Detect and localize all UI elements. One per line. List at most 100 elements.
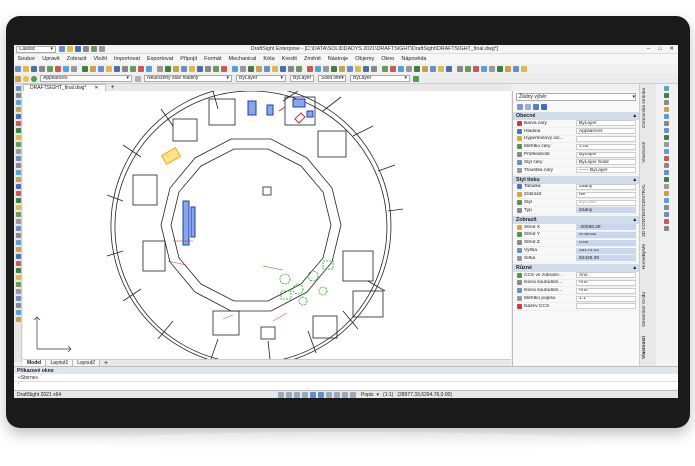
toolbar-tool-icon-2[interactable] [31,66,37,72]
draw-tool-icon-10[interactable] [15,156,21,161]
property-row[interactable]: Zobrazit Ne [513,191,639,200]
property-value[interactable]: 62425.39 [576,255,636,262]
side-tab-1[interactable]: Vlastnosti [642,142,647,163]
select-objects-icon[interactable] [525,104,531,110]
property-row[interactable]: Průhlednost ByLayer [513,151,639,159]
annotation-label[interactable]: Popis [361,392,374,398]
property-row[interactable]: Tloušťka čáry —— ByLayer [513,167,639,175]
draw-tool-icon-2[interactable] [15,100,21,105]
draw-tool-icon-17[interactable] [15,205,21,210]
side-tab-5[interactable]: Vlastnosti [642,336,647,359]
property-row[interactable]: Tabulka Žádný [513,183,639,192]
side-tab-3[interactable]: HomeByMe [642,244,647,269]
property-row[interactable]: Střed Y 9788.82 [513,231,639,240]
draw-tool-icon-23[interactable] [15,247,21,252]
property-row[interactable]: Ikona souřadnih... Ano [513,279,639,288]
property-value[interactable]: 0.00 [576,239,636,246]
tool-icon-7[interactable] [664,128,669,133]
draw-tool-icon-32[interactable] [15,310,21,315]
draw-tool-icon-13[interactable] [15,177,21,182]
tool-icon-16[interactable] [664,191,669,196]
property-value[interactable]: ByLayer [576,120,636,127]
section-header-1[interactable]: Styl tisku ▴ [513,175,639,184]
linetype-select[interactable]: ByLayer [290,75,314,82]
toolbar-tool-icon-40[interactable] [347,66,353,72]
toolbar-tool-icon-46[interactable] [398,66,404,72]
draw-tool-icon-21[interactable] [15,233,21,238]
menu-item-8[interactable]: Mechanical [229,56,257,62]
toolbar-tool-icon-24[interactable] [213,66,219,72]
tool-icon-5[interactable] [664,114,669,119]
layer-state-select[interactable]: Neuložený stav hladiny ▾ [144,75,232,82]
undo-icon[interactable] [91,46,97,52]
toolbar-tool-icon-58[interactable] [497,66,503,72]
toolbar-tool-icon-53[interactable] [457,66,463,72]
collapse-icon[interactable]: ▴ [633,113,636,119]
draw-tool-icon-33[interactable] [15,317,21,322]
drawing-canvas[interactable] [23,91,511,359]
grid-icon[interactable] [286,391,292,398]
property-value[interactable]: Ano [576,272,636,279]
toolbar-tool-icon-20[interactable] [181,66,187,72]
toolbar-tool-icon-15[interactable] [138,66,144,72]
new-file-icon[interactable] [59,46,65,52]
toolbar-tool-icon-29[interactable] [256,66,262,72]
section-header-0[interactable]: Obecné ▴ [513,112,639,120]
section-header-3[interactable]: Různé ▴ [513,263,639,272]
toolbar-tool-icon-50[interactable] [430,66,436,72]
property-value[interactable]: Ano [576,279,636,286]
draw-tool-icon-14[interactable] [15,184,21,189]
toolbar-tool-icon-23[interactable] [205,66,211,72]
property-value[interactable]: ByLayer [576,151,636,158]
draw-tool-icon-18[interactable] [15,212,21,217]
toolbar-tool-icon-54[interactable] [465,66,471,72]
toolbar-tool-icon-52[interactable] [446,66,452,72]
toolbar-tool-icon-5[interactable] [55,66,61,72]
property-row[interactable]: Výška 32170.41 [513,247,639,255]
property-row[interactable]: Hypertextový od... [513,135,639,144]
toolbar-tool-icon-10[interactable] [98,66,104,72]
toolbar-tool-icon-27[interactable] [240,66,246,72]
lineweight-icon[interactable] [326,391,332,398]
maximize-icon[interactable]: □ [658,46,661,52]
toolbar-tool-icon-44[interactable] [382,66,388,72]
property-value[interactable] [576,135,636,142]
toolbar-tool-icon-14[interactable] [130,66,136,72]
property-value[interactable]: Appliances [576,128,636,135]
toolbar-tool-icon-8[interactable] [82,66,88,72]
snap-icon[interactable] [278,391,284,398]
toolbar-tool-icon-34[interactable] [296,66,302,72]
property-value[interactable]: Žádný [576,183,636,190]
collapse-icon[interactable]: ▴ [633,217,636,223]
tool-icon-3[interactable] [664,100,669,105]
draw-tool-icon-4[interactable] [15,114,21,119]
toolbar-tool-icon-47[interactable] [406,66,412,72]
menu-item-2[interactable]: Zobrazit [67,56,87,62]
tool-icon-14[interactable] [664,177,669,182]
toolbar-tool-icon-51[interactable] [438,66,444,72]
lineweight-select[interactable]: ByLayer ▾ [350,75,410,82]
property-row[interactable]: Barva čáry ByLayer [513,120,639,128]
property-row[interactable]: Šířka 62425.39 [513,255,639,263]
tool-icon-2[interactable] [664,93,669,98]
toggle-pickadd-icon[interactable] [533,104,539,110]
toolbar-tool-icon-28[interactable] [248,66,254,72]
toolbar-tool-icon-56[interactable] [481,66,487,72]
draw-tool-icon-8[interactable] [15,142,21,147]
draw-tool-icon-28[interactable] [15,282,21,287]
draw-tool-icon-20[interactable] [15,226,21,231]
tool-icon-20[interactable] [664,219,669,224]
draw-tool-icon-0[interactable] [15,86,21,91]
tool-icon-17[interactable] [664,198,669,203]
layer-manager-icon[interactable] [15,75,21,82]
draw-tool-icon-19[interactable] [15,219,21,224]
side-tab-4[interactable]: Generátor Gridu [642,292,647,327]
menu-item-13[interactable]: Objemy [355,56,374,62]
tool-icon-15[interactable] [664,184,669,189]
redo-icon[interactable] [99,46,105,52]
menu-item-3[interactable]: Vložit [94,56,107,62]
toolbar-tool-icon-57[interactable] [489,66,495,72]
property-value[interactable]: 1.00 [576,143,636,150]
collapse-icon[interactable]: ▴ [633,177,636,183]
toolbar-tool-icon-39[interactable] [339,66,345,72]
